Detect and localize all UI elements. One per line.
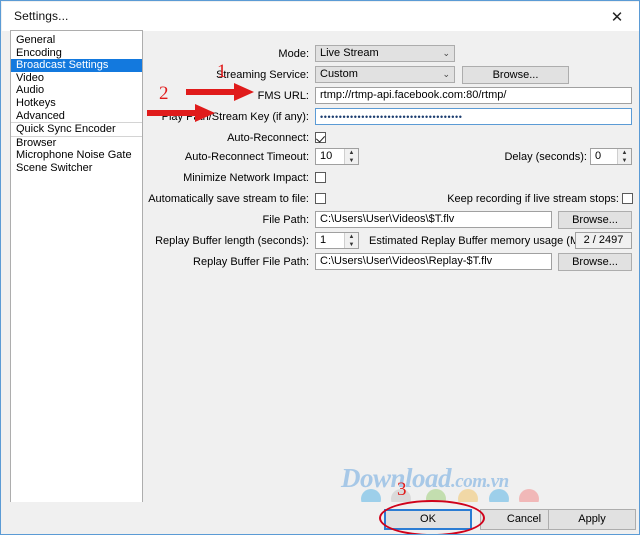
apply-button[interactable]: Apply [548,509,636,530]
title-bar: Settings... ✕ [2,2,639,31]
row-stream-key: Play Path/Stream Key (if any): •••••••••… [147,108,636,126]
row-mode: Mode: Live Stream ⌄ [147,45,636,63]
fms-url-input[interactable]: rtmp://rtmp-api.facebook.com:80/rtmp/ [315,87,632,104]
auto-reconnect-timeout-value: 10 [320,150,333,162]
row-streaming-service: Streaming Service: Custom ⌄ Browse... [147,66,636,84]
broadcast-settings-panel: Mode: Live Stream ⌄ Streaming Service: C… [147,30,636,504]
delay-label: Delay (seconds): [504,151,587,163]
chevron-down-icon: ⌄ [442,48,450,58]
replay-buffer-memory-label: Estimated Replay Buffer memory usage (MB… [369,235,594,247]
close-icon[interactable]: ✕ [600,4,634,30]
settings-category-list[interactable]: General Encoding Broadcast Settings Vide… [10,30,143,504]
row-replay-buffer-path: Replay Buffer File Path: C:\Users\User\V… [147,253,636,271]
stepper-buttons[interactable]: ▲ ▼ [344,233,358,248]
file-path-label: File Path: [262,214,309,226]
stepper-buttons[interactable]: ▲ ▼ [344,149,358,164]
row-file-path: File Path: C:\Users\User\Videos\$T.flv B… [147,211,636,229]
mode-label: Mode: [278,48,309,60]
fms-url-label: FMS URL: [257,90,309,102]
replay-buffer-length-label: Replay Buffer length (seconds): [155,235,309,247]
row-replay-buffer-length: Replay Buffer length (seconds): 1 ▲ ▼ Es… [147,232,636,250]
window-title: Settings... [14,9,69,23]
replay-buffer-length-value: 1 [320,234,327,246]
dialog-footer: OK Cancel Apply [2,502,639,533]
mode-value: Live Stream [320,47,379,59]
replay-buffer-length-stepper[interactable]: 1 ▲ ▼ [315,232,359,249]
auto-reconnect-label: Auto-Reconnect: [227,132,309,144]
row-minimize-network-impact: Minimize Network Impact: [147,169,636,187]
delay-stepper[interactable]: 0 ▲ ▼ [590,148,632,165]
sidebar-item-microphone-noise-gate[interactable]: Microphone Noise Gate [11,149,142,162]
sidebar-item-audio[interactable]: Audio [11,84,142,97]
sidebar-item-encoding[interactable]: Encoding [11,47,142,60]
sidebar-item-quick-sync-encoder[interactable]: Quick Sync Encoder [11,123,142,136]
ok-button[interactable]: OK [384,509,472,530]
sidebar-item-video[interactable]: Video [11,72,142,85]
chevron-down-icon: ⌄ [442,69,450,79]
replay-buffer-path-input[interactable]: C:\Users\User\Videos\Replay-$T.flv [315,253,552,270]
stepper-down-icon[interactable]: ▼ [345,241,358,248]
streaming-service-label: Streaming Service: [216,69,309,81]
sidebar-item-general[interactable]: General [11,34,142,47]
file-path-input[interactable]: C:\Users\User\Videos\$T.flv [315,211,552,228]
mode-select[interactable]: Live Stream ⌄ [315,45,455,62]
sidebar-item-advanced[interactable]: Advanced [11,110,142,123]
minimize-network-impact-checkbox[interactable] [315,172,326,183]
stepper-down-icon[interactable]: ▼ [345,157,358,164]
row-fms-url: FMS URL: rtmp://rtmp-api.facebook.com:80… [147,87,636,105]
file-path-browse-button[interactable]: Browse... [558,211,632,229]
stepper-up-icon[interactable]: ▲ [618,149,631,156]
delay-value: 0 [595,150,602,162]
stream-key-input[interactable]: •••••••••••••••••••••••••••••••••••••• [315,108,632,125]
auto-reconnect-checkbox[interactable] [315,132,326,143]
stream-key-label: Play Path/Stream Key (if any): [161,111,309,123]
row-auto-reconnect-timeout: Auto-Reconnect Timeout: 10 ▲ ▼ Delay (se… [147,148,636,166]
stepper-buttons[interactable]: ▲ ▼ [617,149,631,164]
streaming-service-value: Custom [320,68,358,80]
stepper-up-icon[interactable]: ▲ [345,233,358,240]
auto-save-stream-checkbox[interactable] [315,193,326,204]
stepper-up-icon[interactable]: ▲ [345,149,358,156]
replay-buffer-memory-value: 2 / 2497 [575,232,632,249]
streaming-service-browse-button[interactable]: Browse... [462,66,569,84]
keep-recording-checkbox[interactable] [622,193,633,204]
row-auto-save-stream: Automatically save stream to file: Keep … [147,190,636,208]
auto-reconnect-timeout-stepper[interactable]: 10 ▲ ▼ [315,148,359,165]
minimize-network-impact-label: Minimize Network Impact: [183,172,309,184]
auto-reconnect-timeout-label: Auto-Reconnect Timeout: [184,151,309,163]
streaming-service-select[interactable]: Custom ⌄ [315,66,455,83]
sidebar-item-browser[interactable]: Browser [11,137,142,150]
replay-buffer-path-browse-button[interactable]: Browse... [558,253,632,271]
auto-save-stream-label: Automatically save stream to file: [148,193,309,205]
replay-buffer-path-label: Replay Buffer File Path: [193,256,309,268]
settings-window: Settings... ✕ General Encoding Broadcast… [0,0,640,535]
row-auto-reconnect: Auto-Reconnect: [147,129,636,147]
keep-recording-label: Keep recording if live stream stops: [447,193,619,205]
sidebar-item-hotkeys[interactable]: Hotkeys [11,97,142,110]
stepper-down-icon[interactable]: ▼ [618,157,631,164]
sidebar-item-scene-switcher[interactable]: Scene Switcher [11,162,142,175]
sidebar-item-broadcast-settings[interactable]: Broadcast Settings [11,59,142,72]
